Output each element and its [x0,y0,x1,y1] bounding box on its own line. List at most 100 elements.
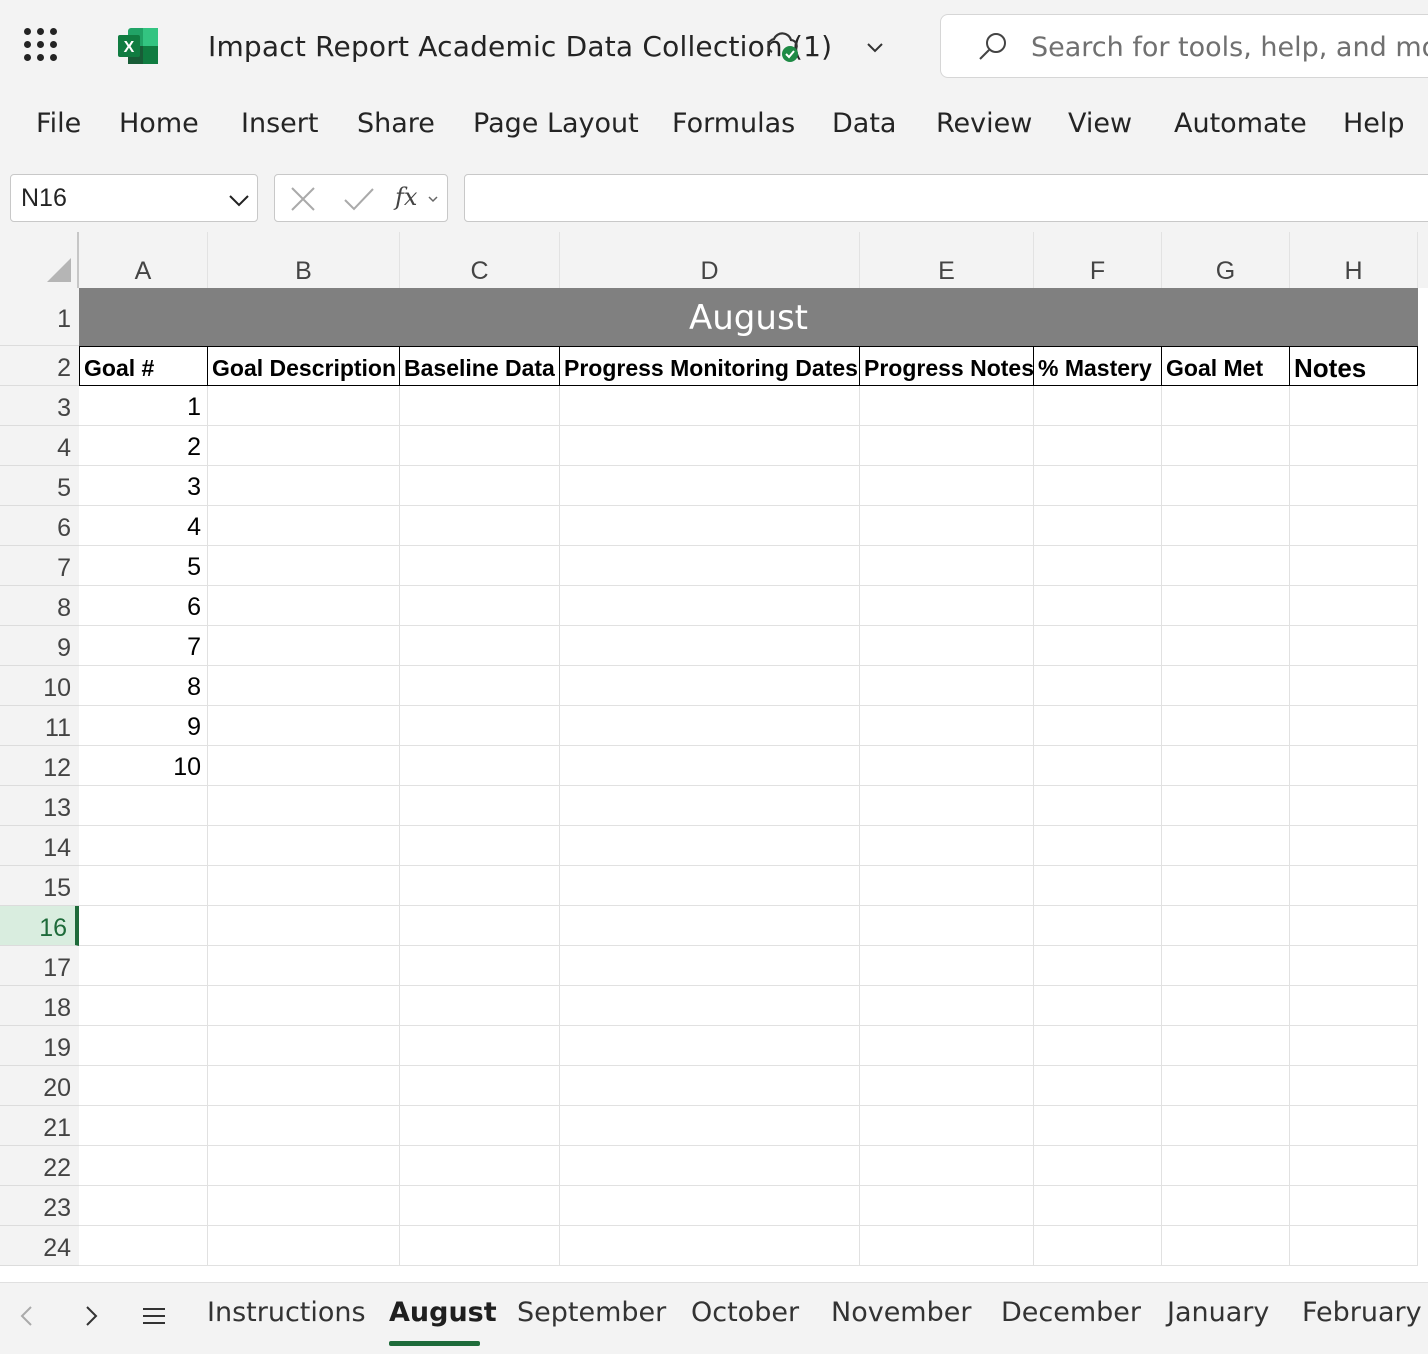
cell-g22[interactable] [1162,1146,1290,1186]
cell-a3[interactable]: 1 [79,386,208,426]
cell-d9[interactable] [560,626,860,666]
cell-b18[interactable] [208,986,400,1026]
cell-e17[interactable] [860,946,1034,986]
row-header-5[interactable]: 5 [0,466,79,506]
cell-c14[interactable] [400,826,560,866]
cell-g14[interactable] [1162,826,1290,866]
cell-g15[interactable] [1162,866,1290,906]
cell-g3[interactable] [1162,386,1290,426]
cell-f16[interactable] [1034,906,1162,946]
cell-f20[interactable] [1034,1066,1162,1106]
cell-f15[interactable] [1034,866,1162,906]
cell-f17[interactable] [1034,946,1162,986]
cell-c24[interactable] [400,1226,560,1266]
cell-f12[interactable] [1034,746,1162,786]
cell-b7[interactable] [208,546,400,586]
cell-b15[interactable] [208,866,400,906]
cell-f4[interactable] [1034,426,1162,466]
tab-october[interactable]: October [691,1297,799,1328]
cell-g9[interactable] [1162,626,1290,666]
cell-f3[interactable] [1034,386,1162,426]
cell-h7[interactable] [1290,546,1418,586]
tab-december[interactable]: December [1001,1297,1141,1328]
cell-g11[interactable] [1162,706,1290,746]
cell-a17[interactable] [79,946,208,986]
cell-d22[interactable] [560,1146,860,1186]
cell-f13[interactable] [1034,786,1162,826]
cell-g12[interactable] [1162,746,1290,786]
cell-b16[interactable] [208,906,400,946]
cell-f6[interactable] [1034,506,1162,546]
cell-c22[interactable] [400,1146,560,1186]
cell-d19[interactable] [560,1026,860,1066]
row-header-6[interactable]: 6 [0,506,79,546]
header-goal-description[interactable]: Goal Description [207,346,400,386]
cell-d15[interactable] [560,866,860,906]
row-header-18[interactable]: 18 [0,986,79,1026]
menu-file[interactable]: File [36,108,81,139]
cell-a22[interactable] [79,1146,208,1186]
row-header-9[interactable]: 9 [0,626,79,666]
cell-g8[interactable] [1162,586,1290,626]
tab-august[interactable]: August [389,1297,497,1328]
cell-a12[interactable]: 10 [79,746,208,786]
header-notes[interactable]: Notes [1289,346,1418,386]
cell-h11[interactable] [1290,706,1418,746]
row-header-13[interactable]: 13 [0,786,79,826]
cell-a4[interactable]: 2 [79,426,208,466]
chevron-down-icon[interactable] [427,193,439,205]
cell-e7[interactable] [860,546,1034,586]
cell-a13[interactable] [79,786,208,826]
cell-d14[interactable] [560,826,860,866]
cell-g21[interactable] [1162,1106,1290,1146]
cell-a15[interactable] [79,866,208,906]
cell-c6[interactable] [400,506,560,546]
menu-review[interactable]: Review [936,108,1032,139]
cell-g18[interactable] [1162,986,1290,1026]
cell-f7[interactable] [1034,546,1162,586]
cell-c9[interactable] [400,626,560,666]
cell-h5[interactable] [1290,466,1418,506]
cell-f11[interactable] [1034,706,1162,746]
cell-a16[interactable] [79,906,208,946]
cell-a23[interactable] [79,1186,208,1226]
header-goal-met[interactable]: Goal Met [1161,346,1290,386]
cell-a6[interactable]: 4 [79,506,208,546]
cell-a7[interactable]: 5 [79,546,208,586]
cell-b5[interactable] [208,466,400,506]
cell-h18[interactable] [1290,986,1418,1026]
column-header-a[interactable]: A [79,232,208,288]
cell-f21[interactable] [1034,1106,1162,1146]
cell-c8[interactable] [400,586,560,626]
menu-share[interactable]: Share [357,108,435,139]
row-header-4[interactable]: 4 [0,426,79,466]
cell-b23[interactable] [208,1186,400,1226]
cell-g17[interactable] [1162,946,1290,986]
cell-f23[interactable] [1034,1186,1162,1226]
cell-d16[interactable] [560,906,860,946]
cell-g13[interactable] [1162,786,1290,826]
cancel-icon[interactable] [289,185,317,213]
tab-september[interactable]: September [517,1297,666,1328]
cell-d24[interactable] [560,1226,860,1266]
cell-a9[interactable]: 7 [79,626,208,666]
cell-h9[interactable] [1290,626,1418,666]
row-header-2[interactable]: 2 [0,346,79,386]
row-header-24[interactable]: 24 [0,1226,79,1266]
cell-d4[interactable] [560,426,860,466]
header-goal-number[interactable]: Goal # [79,346,208,386]
column-header-g[interactable]: G [1162,232,1290,288]
cell-c4[interactable] [400,426,560,466]
cell-a18[interactable] [79,986,208,1026]
cell-g4[interactable] [1162,426,1290,466]
cell-c16[interactable] [400,906,560,946]
column-header-c[interactable]: C [400,232,560,288]
cell-e3[interactable] [860,386,1034,426]
cell-b17[interactable] [208,946,400,986]
cell-e21[interactable] [860,1106,1034,1146]
cell-e14[interactable] [860,826,1034,866]
cell-h6[interactable] [1290,506,1418,546]
row-header-11[interactable]: 11 [0,706,79,746]
cell-b21[interactable] [208,1106,400,1146]
month-banner[interactable]: August [79,288,1418,346]
